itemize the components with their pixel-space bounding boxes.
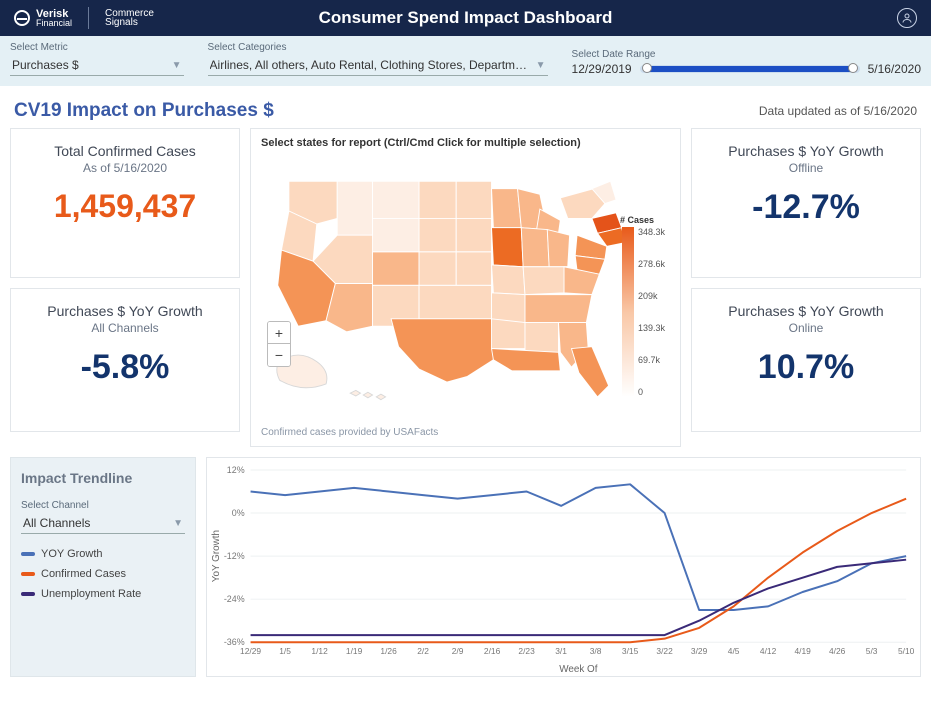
svg-text:12/29: 12/29: [240, 646, 261, 656]
svg-text:5/3: 5/3: [866, 646, 878, 656]
subheader: CV19 Impact on Purchases $ Data updated …: [0, 86, 931, 128]
card-subtitle: Offline: [702, 161, 910, 175]
legend-gradient-icon: [622, 227, 634, 397]
date-slider[interactable]: [640, 65, 860, 73]
svg-text:1/19: 1/19: [346, 646, 363, 656]
svg-text:-12%: -12%: [224, 551, 245, 561]
card-title: Purchases $ YoY Growth: [702, 303, 910, 319]
brand-line2: Financial: [36, 19, 72, 28]
card-subtitle: Online: [702, 321, 910, 335]
metric-filter[interactable]: Select Metric Purchases $ ▼: [10, 42, 184, 76]
svg-text:5/10: 5/10: [898, 646, 915, 656]
svg-text:4/19: 4/19: [794, 646, 811, 656]
legend-ticks: 348.3k278.6k209k139.3k69.7k0: [638, 227, 665, 397]
map-footer: Confirmed cases provided by USAFacts: [261, 427, 670, 438]
map-card: Select states for report (Ctrl/Cmd Click…: [250, 128, 681, 447]
filter-bar: Select Metric Purchases $ ▼ Select Categ…: [0, 36, 931, 86]
trend-chart[interactable]: 12%0%-12%-24%-36%12/291/51/121/191/262/2…: [206, 457, 921, 677]
svg-text:4/26: 4/26: [829, 646, 846, 656]
date-label: Select Date Range: [572, 49, 921, 60]
metric-select[interactable]: Purchases $ ▼: [10, 55, 184, 76]
brand-text-2: Commerce Signals: [105, 9, 154, 28]
svg-text:1/12: 1/12: [311, 646, 328, 656]
card-value: -12.7%: [702, 187, 910, 228]
card-title: Total Confirmed Cases: [21, 143, 229, 159]
card-online: Purchases $ YoY Growth Online 10.7%: [691, 288, 921, 432]
metric-value: Purchases $: [12, 58, 79, 72]
chevron-down-icon: ▼: [536, 60, 546, 71]
card-all-channels: Purchases $ YoY Growth All Channels -5.8…: [10, 288, 240, 432]
card-subtitle: All Channels: [21, 321, 229, 335]
channel-filter[interactable]: Select Channel All Channels ▼: [21, 500, 185, 534]
card-confirmed-cases: Total Confirmed Cases As of 5/16/2020 1,…: [10, 128, 240, 278]
svg-text:3/29: 3/29: [691, 646, 708, 656]
categories-filter[interactable]: Select Categories Airlines, All others, …: [208, 42, 548, 76]
card-value: 1,459,437: [21, 187, 229, 225]
zoom-out-button[interactable]: −: [268, 344, 290, 366]
card-value: -5.8%: [21, 347, 229, 388]
svg-text:12%: 12%: [227, 465, 245, 475]
trend-sidebar: Impact Trendline Select Channel All Chan…: [10, 457, 196, 677]
logo-icon: [14, 10, 30, 26]
svg-text:3/22: 3/22: [656, 646, 673, 656]
section-title: CV19 Impact on Purchases $: [14, 100, 274, 122]
main-grid: Total Confirmed Cases As of 5/16/2020 1,…: [0, 128, 931, 447]
svg-text:2/23: 2/23: [518, 646, 535, 656]
channel-value: All Channels: [23, 516, 90, 530]
channel-label: Select Channel: [21, 500, 185, 511]
zoom-in-button[interactable]: +: [268, 322, 290, 344]
line-chart-icon: 12%0%-12%-24%-36%12/291/51/121/191/262/2…: [207, 458, 920, 676]
categories-value: Airlines, All others, Auto Rental, Cloth…: [210, 58, 528, 72]
user-avatar-icon[interactable]: [897, 8, 917, 28]
metric-label: Select Metric: [10, 42, 184, 53]
trend-section: Impact Trendline Select Channel All Chan…: [0, 447, 931, 687]
svg-text:3/8: 3/8: [590, 646, 602, 656]
card-value: 10.7%: [702, 347, 910, 388]
chevron-down-icon: ▼: [173, 518, 183, 529]
svg-text:0%: 0%: [232, 508, 245, 518]
map-canvas[interactable]: + − # Cases 348.3k278.6k209k139.3k69.7k0: [261, 153, 670, 427]
topbar: Verisk Financial Commerce Signals Consum…: [0, 0, 931, 36]
map-legend: # Cases 348.3k278.6k209k139.3k69.7k0: [622, 215, 666, 397]
svg-text:1/5: 1/5: [279, 646, 291, 656]
trend-title: Impact Trendline: [21, 470, 185, 486]
card-subtitle: As of 5/16/2020: [21, 161, 229, 175]
updated-label: Data updated as of 5/16/2020: [759, 104, 917, 118]
brand-logo: Verisk Financial Commerce Signals: [14, 7, 154, 29]
card-title: Purchases $ YoY Growth: [21, 303, 229, 319]
svg-text:2/16: 2/16: [484, 646, 501, 656]
date-filter[interactable]: Select Date Range 12/29/2019 5/16/2020: [572, 49, 921, 76]
svg-text:1/26: 1/26: [380, 646, 397, 656]
channel-select[interactable]: All Channels ▼: [21, 513, 185, 534]
svg-text:4/12: 4/12: [760, 646, 777, 656]
date-start: 12/29/2019: [572, 62, 632, 76]
card-offline: Purchases $ YoY Growth Offline -12.7%: [691, 128, 921, 278]
brand-text: Verisk Financial: [36, 9, 72, 28]
date-range[interactable]: 12/29/2019 5/16/2020: [572, 62, 921, 76]
categories-select[interactable]: Airlines, All others, Auto Rental, Cloth…: [208, 55, 548, 76]
date-end: 5/16/2020: [868, 62, 921, 76]
chevron-down-icon: ▼: [172, 60, 182, 71]
us-map-icon[interactable]: [261, 153, 670, 427]
map-title: Select states for report (Ctrl/Cmd Click…: [261, 137, 670, 149]
svg-text:-24%: -24%: [224, 594, 245, 604]
svg-text:4/5: 4/5: [728, 646, 740, 656]
categories-label: Select Categories: [208, 42, 548, 53]
logo-divider: [88, 7, 89, 29]
svg-text:3/15: 3/15: [622, 646, 639, 656]
svg-text:2/9: 2/9: [452, 646, 464, 656]
legend-title: # Cases: [620, 215, 666, 225]
svg-text:3/1: 3/1: [555, 646, 567, 656]
trend-legend: YOY GrowthConfirmed CasesUnemployment Ra…: [21, 548, 185, 600]
card-title: Purchases $ YoY Growth: [702, 143, 910, 159]
zoom-controls[interactable]: + −: [267, 321, 291, 367]
svg-text:2/2: 2/2: [417, 646, 429, 656]
svg-text:YoY Growth: YoY Growth: [211, 530, 222, 582]
brand-line4: Signals: [105, 18, 154, 28]
svg-text:Week Of: Week Of: [559, 664, 598, 675]
